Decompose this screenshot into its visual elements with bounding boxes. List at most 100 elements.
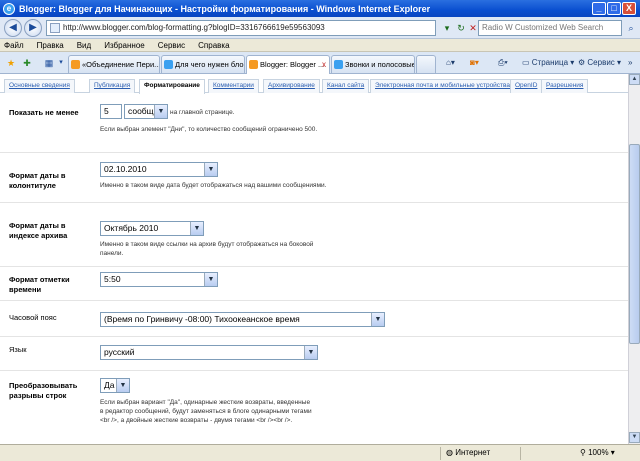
- chevron-down-icon: ▼: [204, 273, 217, 286]
- chevron-down-icon: ▼: [116, 379, 129, 392]
- linebreaks-hint: Если выбран вариант "Да", одинарные жест…: [100, 399, 312, 424]
- page-icon: [50, 23, 60, 33]
- status-bar: ◍ Интернет ⚲ 100% ▾: [0, 444, 640, 461]
- chevron-down-icon: ▼: [304, 346, 317, 359]
- archive-date-hint: Именно в таком виде ссылки на архив буду…: [100, 241, 314, 257]
- timezone-select[interactable]: (Время по Гринвичу -08:00) Тихоокеанское…: [100, 312, 385, 327]
- show-hint: Если выбран элемент "Дни", то количество…: [100, 126, 318, 133]
- scroll-thumb[interactable]: [629, 144, 640, 344]
- close-button[interactable]: X: [622, 2, 636, 15]
- subnav-feed[interactable]: Канал сайта: [322, 79, 370, 93]
- page-content: Основные сведения Публикация Форматирова…: [0, 74, 628, 444]
- subnav-openid[interactable]: OpenID: [510, 79, 543, 93]
- vertical-scrollbar[interactable]: ▲ ▼: [628, 74, 640, 444]
- maximize-button[interactable]: □: [607, 2, 621, 15]
- show-after-text: на главной странице.: [170, 109, 235, 116]
- chevron-down-icon: ▼: [190, 222, 203, 235]
- row-timezone: Часовой пояс (Время по Гринвичу -08:00) …: [0, 301, 628, 337]
- tab-favicon: [334, 60, 343, 69]
- show-label: Показать не менее: [9, 108, 79, 117]
- menu-help[interactable]: Справка: [198, 41, 229, 50]
- subnav-email-mobile[interactable]: Электронная почта и мобильные устройства: [370, 79, 516, 93]
- home-icon[interactable]: ⌂▾: [446, 56, 455, 70]
- address-toolbar: ◀ ▶ http://www.blogger.com/blog-formatti…: [0, 17, 640, 39]
- print-icon[interactable]: ⎙▾: [498, 56, 508, 70]
- header-date-hint: Именно в таком виде дата будет отображат…: [100, 182, 327, 189]
- timezone-label: Часовой пояс: [9, 313, 57, 322]
- language-select[interactable]: русский ▼: [100, 345, 318, 360]
- globe-icon: ◍: [446, 448, 456, 457]
- zoom-icon: ⚲: [580, 448, 589, 457]
- tab-2[interactable]: Для чего нужен бло...: [161, 55, 245, 73]
- linebreaks-label: Преобразовывать разрывы строк: [9, 381, 78, 400]
- gear-icon: ⚙: [578, 58, 588, 67]
- menu-edit[interactable]: Правка: [37, 41, 64, 50]
- show-unit-select[interactable]: сообщ... ▼: [124, 104, 168, 119]
- address-bar[interactable]: http://www.blogger.com/blog-formatting.g…: [46, 20, 436, 36]
- subnav-archiving[interactable]: Архивирование: [263, 79, 320, 93]
- settings-subnav: Основные сведения Публикация Форматирова…: [0, 75, 628, 94]
- language-label: Язык: [9, 345, 27, 354]
- menu-bar: Файл Правка Вид Избранное Сервис Справка: [0, 39, 640, 52]
- window-title: Blogger: Blogger для Начинающих - Настро…: [19, 3, 431, 14]
- subnav-basic[interactable]: Основные сведения: [4, 79, 75, 93]
- zone-indicator[interactable]: ◍ Интернет: [446, 448, 490, 457]
- search-icon[interactable]: ⌕: [624, 21, 638, 35]
- show-count-input[interactable]: 5: [100, 104, 122, 119]
- search-input[interactable]: Radio W Customized Web Search: [478, 20, 622, 36]
- row-show: Показать не менее 5 сообщ... ▼ на главной…: [0, 93, 628, 153]
- subnav-publishing[interactable]: Публикация: [89, 79, 136, 93]
- more-icon[interactable]: »: [628, 56, 632, 70]
- tab-1[interactable]: «Объединение Пери...: [68, 55, 160, 73]
- scroll-up-icon[interactable]: ▲: [629, 74, 640, 85]
- timestamp-select[interactable]: 5:50 ▼: [100, 272, 218, 287]
- tab-favicon: [164, 60, 173, 69]
- status-divider: [440, 447, 441, 460]
- linebreaks-select[interactable]: Да ▼: [100, 378, 130, 393]
- forward-button[interactable]: ▶: [24, 19, 42, 37]
- archive-date-select[interactable]: Октябрь 2010 ▼: [100, 221, 204, 236]
- chevron-down-icon: ▼: [154, 105, 167, 118]
- title-bar: e Blogger: Blogger для Начинающих - Наст…: [0, 0, 640, 17]
- row-linebreaks: Преобразовывать разрывы строк Да ▼ Если в…: [0, 371, 628, 444]
- tab-favicon: [71, 60, 80, 69]
- page-menu[interactable]: ▭ Страница ▾: [522, 56, 574, 70]
- add-favorites-icon[interactable]: ✚: [20, 56, 34, 70]
- minimize-button[interactable]: _: [592, 2, 606, 15]
- tab-4[interactable]: Звонки и полосовые...: [331, 55, 415, 73]
- back-button[interactable]: ◀: [4, 19, 22, 37]
- menu-tools[interactable]: Сервис: [158, 41, 185, 50]
- subnav-permissions[interactable]: Разрешения: [541, 79, 589, 93]
- menu-favorites[interactable]: Избранное: [104, 41, 145, 50]
- row-header-date: Формат даты в колонтитуле 02.10.2010 ▼ Им…: [0, 153, 628, 203]
- header-date-select[interactable]: 02.10.2010 ▼: [100, 162, 218, 177]
- row-archive-date: Формат даты в индексе архива Октябрь 201…: [0, 203, 628, 267]
- favorites-star-icon[interactable]: ★: [4, 56, 18, 70]
- browser-window: e Blogger: Blogger для Начинающих - Наст…: [0, 0, 640, 461]
- feeds-icon[interactable]: ◙▾: [470, 56, 479, 70]
- ie-logo-icon: e: [3, 2, 15, 15]
- chevron-down-icon: ▼: [371, 313, 384, 326]
- close-tab-icon[interactable]: x: [322, 56, 326, 73]
- chevron-down-icon: ▼: [204, 163, 217, 176]
- subnav-formatting[interactable]: Форматирование: [139, 79, 205, 94]
- scroll-down-icon[interactable]: ▼: [629, 432, 640, 443]
- menu-view[interactable]: Вид: [77, 41, 91, 50]
- tab-bar: ★ ✚ ▦ ▾ «Объединение Пери... Для чего ну…: [0, 52, 640, 74]
- row-language: Язык русский ▼: [0, 337, 628, 371]
- subnav-comments[interactable]: Комментарии: [208, 79, 259, 93]
- tools-menu[interactable]: ⚙ Сервис ▾: [578, 56, 621, 70]
- tab-3-active[interactable]: Blogger: Blogger ... x: [246, 55, 330, 74]
- timestamp-label: Формат отметки времени: [9, 275, 70, 294]
- dropdown-icon[interactable]: ▾: [440, 21, 454, 35]
- menu-file[interactable]: Файл: [4, 41, 24, 50]
- tab-favicon: [249, 60, 258, 69]
- tab-list-icon[interactable]: ▾: [54, 56, 68, 70]
- status-divider: [520, 447, 521, 460]
- row-timestamp: Формат отметки времени 5:50 ▼: [0, 267, 628, 301]
- new-tab-button[interactable]: [416, 55, 436, 73]
- header-date-label: Формат даты в колонтитуле: [9, 171, 66, 190]
- page-icon: ▭: [522, 58, 532, 67]
- zoom-control[interactable]: ⚲ 100% ▾: [580, 448, 615, 457]
- archive-date-label: Формат даты в индексе архива: [9, 221, 68, 240]
